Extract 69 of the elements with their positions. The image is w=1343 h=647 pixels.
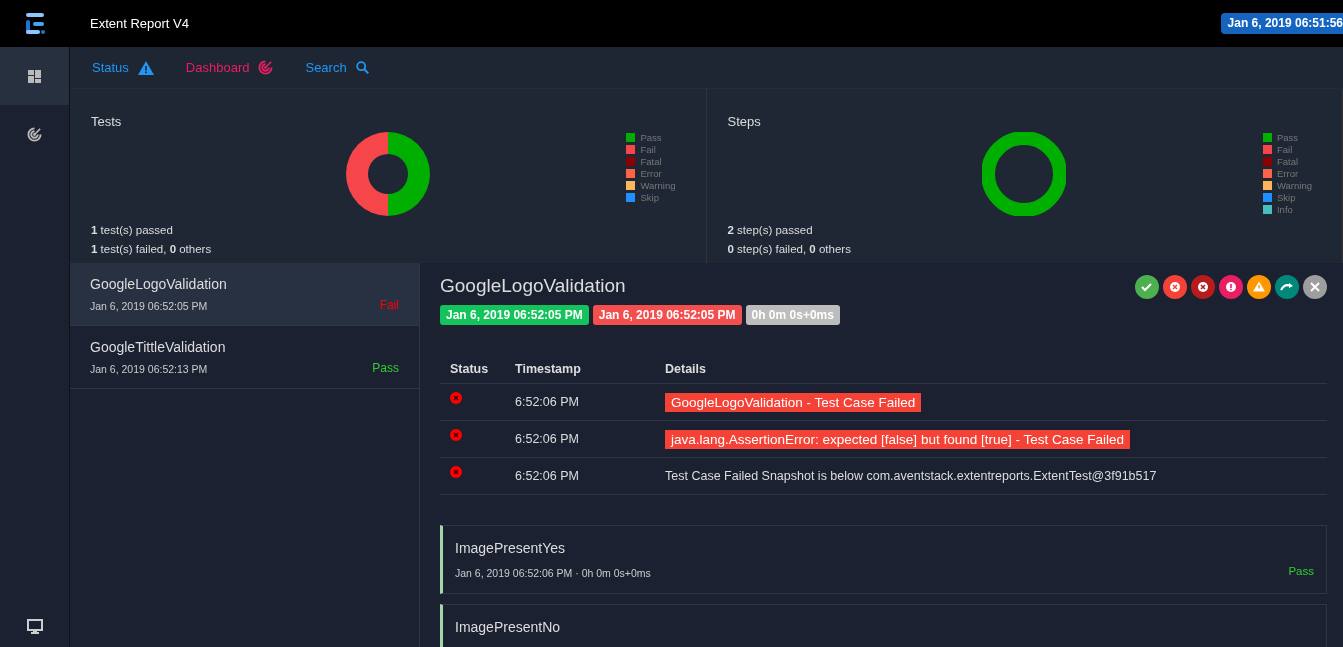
summary-text: 1 test(s) passed	[91, 223, 173, 238]
legend-label: Info	[1276, 203, 1293, 215]
timestamp-cell: 6:52:06 PM	[505, 383, 655, 421]
radar-icon	[258, 60, 274, 75]
dashboard-icon	[28, 69, 41, 83]
fail-status-icon	[450, 428, 462, 441]
node-name: ImagePresentNo	[455, 619, 561, 635]
nav-link[interactable]: Search	[305, 60, 369, 75]
legend-label: Error	[640, 167, 662, 179]
report-title: Extent Report V4	[90, 16, 189, 31]
fatal-filter-icon[interactable]	[1191, 275, 1215, 299]
nav-link[interactable]: Status	[92, 60, 154, 75]
column-header: Details	[655, 355, 1327, 384]
timestamp-cell: 6:52:06 PM	[505, 420, 655, 458]
radar-icon	[27, 126, 42, 142]
test-status: Pass	[372, 361, 399, 375]
sidebar-item[interactable]	[0, 47, 69, 105]
logo-icon	[24, 12, 45, 35]
test-time: Jan 6, 2019 06:52:05 PM	[90, 300, 208, 312]
summary-text: 0 step(s) failed, 0 others	[727, 242, 851, 257]
legend-label: Pass	[1276, 131, 1299, 143]
legend-label: Pass	[640, 131, 662, 143]
node-meta: Jan 6, 2019 06:52:06 PM · 0h 0m 0s+0ms	[455, 567, 651, 579]
nav-link[interactable]: Dashboard	[185, 60, 274, 75]
log-message: Test Case Failed Snapshot is below com.aventstack.extentreports.ExtentTest@3f91b517	[665, 469, 1157, 483]
test-title: GoogleLogoValidation	[440, 275, 626, 297]
node-card[interactable]: ImagePresentNo	[440, 604, 1327, 647]
column-header: Timestamp	[505, 355, 655, 384]
time-badge: Jan 6, 2019 06:52:05 PM	[592, 305, 742, 325]
test-time: Jan 6, 2019 06:52:13 PM	[90, 363, 208, 375]
node-name: ImagePresentYes	[455, 540, 565, 556]
monitor-icon[interactable]	[26, 619, 43, 634]
time-badge: 0h 0m 0s+0ms	[745, 305, 840, 325]
test-list-item[interactable]: GoogleLogoValidation Jan 6, 2019 06:52:05 PM Fail	[70, 263, 419, 326]
legend-label: Skip	[1276, 191, 1296, 203]
card-title: Tests	[91, 114, 122, 129]
fail-status-icon	[450, 391, 462, 404]
test-list-item[interactable]: GoogleTittleValidation Jan 6, 2019 06:52:13 PM Pass	[70, 326, 419, 389]
test-name: GoogleLogoValidation	[90, 276, 227, 292]
error-message: GoogleLogoValidation - Test Case Failed	[665, 392, 922, 412]
card-title: Steps	[727, 114, 761, 129]
test-name: GoogleTittleValidation	[90, 339, 226, 355]
warning-filter-icon[interactable]	[1247, 275, 1271, 299]
time-badge: Jan 6, 2019 06:52:05 PM	[440, 305, 589, 325]
legend-label: Fail	[640, 143, 656, 155]
legend-label: Fatal	[640, 155, 662, 167]
summary-text: 2 step(s) passed	[727, 223, 813, 238]
column-header: Status	[440, 355, 505, 384]
close-filter-icon[interactable]	[1303, 275, 1327, 299]
search-icon	[355, 61, 369, 74]
legend-label: Fail	[1276, 143, 1293, 155]
error-message: java.lang.AssertionError: expected [false] but found [true] - Test Case Failed	[665, 429, 1130, 449]
summary-text: 1 test(s) failed, 0 others	[91, 242, 212, 257]
error-filter-icon[interactable]	[1219, 275, 1243, 299]
legend-label: Skip	[640, 191, 659, 203]
timestamp-cell: 6:52:06 PM	[505, 457, 655, 495]
node-card[interactable]: ImagePresentYes Jan 6, 2019 06:52:06 PM · 0h 0m 0s+0ms Pass	[440, 525, 1327, 594]
pass-filter-icon[interactable]	[1135, 275, 1159, 299]
legend-label: Warning	[640, 179, 676, 191]
fail-filter-icon[interactable]	[1163, 275, 1187, 299]
legend-label: Fatal	[1276, 155, 1299, 167]
warning-icon	[137, 60, 154, 75]
date-badge: Jan 6, 2019 06:51:56	[1220, 13, 1343, 34]
legend-label: Warning	[1276, 179, 1312, 191]
skip-filter-icon[interactable]	[1275, 275, 1299, 299]
test-status: Fail	[379, 298, 399, 312]
node-status: Pass	[1288, 565, 1314, 577]
legend-label: Error	[1276, 167, 1299, 179]
fail-status-icon	[450, 465, 462, 478]
